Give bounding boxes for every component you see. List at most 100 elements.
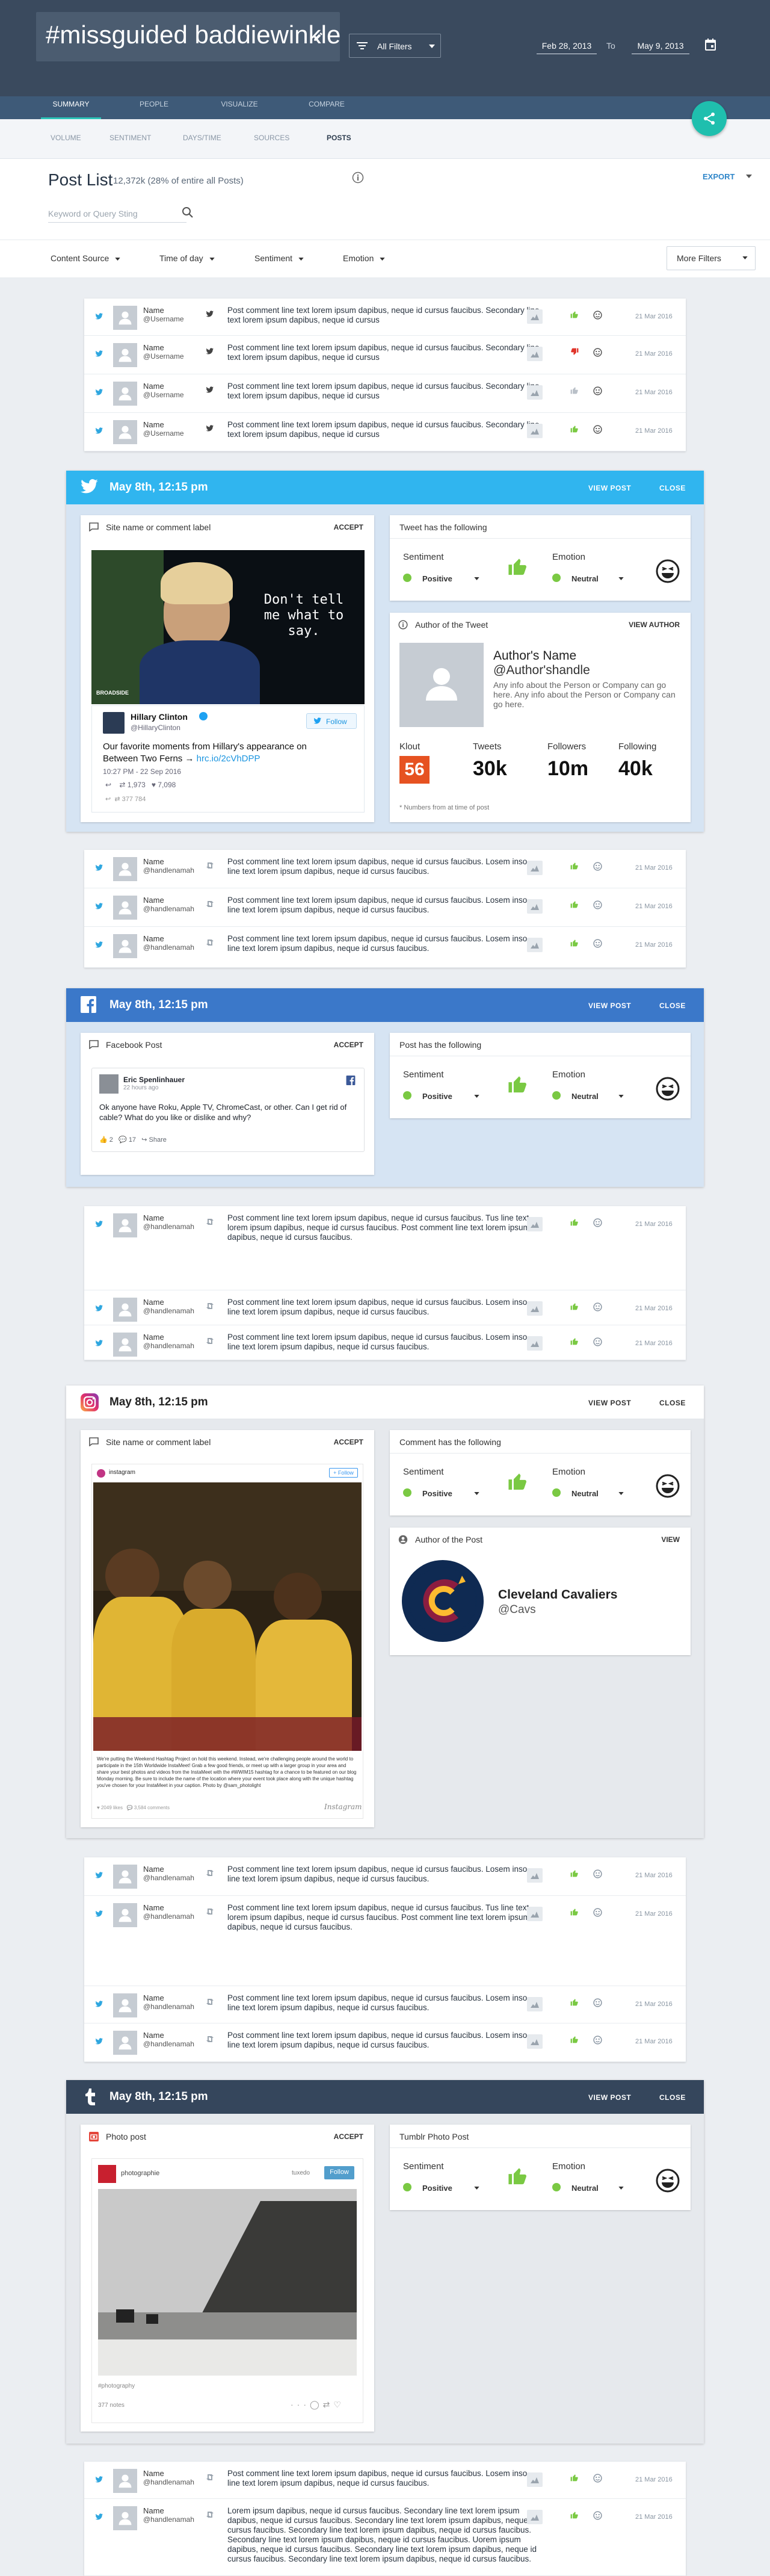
emotion-face-icon[interactable] — [593, 311, 602, 320]
thumbs-up-icon[interactable] — [570, 1908, 579, 1916]
thumbs-up-icon[interactable] — [570, 900, 579, 908]
view-post-button[interactable]: VIEW POST — [588, 484, 631, 492]
post-row[interactable]: Name @handlenamah Post comment line text l… — [84, 2023, 686, 2062]
author-name[interactable]: Name — [143, 2506, 164, 2515]
thumbs-up-icon[interactable] — [570, 425, 579, 433]
author-name[interactable]: Name — [143, 1993, 164, 2002]
ig-follow-button[interactable]: + Follow — [329, 1468, 358, 1478]
analytics-icon[interactable] — [527, 2472, 543, 2487]
analytics-icon[interactable] — [527, 1868, 543, 1883]
all-filters-dropdown[interactable]: All Filters — [349, 34, 441, 58]
subtab-posts[interactable]: Posts — [327, 134, 351, 142]
post-row[interactable]: Name @handlenamah Post comment line text l… — [84, 1325, 686, 1360]
author-username[interactable]: @handlenamah — [143, 2478, 194, 2486]
thumbs-up-icon[interactable] — [570, 2511, 579, 2519]
tumblr-photo[interactable] — [98, 2189, 357, 2376]
chevron-down-icon[interactable] — [474, 2187, 479, 2190]
emotion-face-icon[interactable] — [593, 425, 602, 434]
thumbs-up-icon[interactable] — [570, 1218, 579, 1226]
ig-photo[interactable] — [93, 1482, 362, 1751]
accept-button[interactable]: ACCEPT — [334, 1041, 363, 1049]
sentiment-value[interactable]: Positive — [422, 574, 452, 583]
sentiment-value[interactable]: Positive — [422, 2184, 452, 2193]
close-button[interactable]: CLOSE — [659, 1399, 686, 1407]
emotion-face-icon[interactable] — [593, 348, 602, 357]
view-post-button[interactable]: VIEW POST — [588, 1399, 631, 1407]
emotion-dropdown[interactable]: Emotion — [343, 253, 386, 263]
analytics-icon[interactable] — [527, 424, 543, 438]
share-button[interactable] — [692, 101, 727, 136]
time-of-day-dropdown[interactable]: Time of day — [159, 253, 215, 263]
view-post-button[interactable]: VIEW POST — [588, 1002, 631, 1010]
chevron-down-icon[interactable] — [474, 1095, 479, 1098]
subtab-volume[interactable]: Volume — [51, 134, 81, 142]
embed-link[interactable]: hrc.io/2cVhDPP — [197, 754, 260, 764]
thumbs-up-icon[interactable] — [570, 1998, 579, 2006]
emotion-value[interactable]: Neutral — [571, 574, 599, 583]
post-row[interactable]: Name @handlenamah Post comment line text l… — [84, 888, 686, 927]
search-icon[interactable] — [182, 206, 194, 218]
emotion-face-icon[interactable] — [593, 1302, 602, 1311]
analytics-icon[interactable] — [527, 1336, 543, 1351]
chevron-down-icon[interactable] — [746, 175, 752, 178]
post-row[interactable]: Name @handlenamah Post comment line text l… — [84, 1857, 686, 1896]
thumbs-up-icon[interactable] — [570, 939, 579, 947]
post-row[interactable]: Name @handlenamah Post comment line text l… — [84, 1206, 686, 1290]
author-username[interactable]: @handlenamah — [143, 866, 194, 875]
author-name[interactable]: Name — [143, 1333, 164, 1342]
author-name[interactable]: Name — [143, 2469, 164, 2478]
author-name[interactable]: Name — [143, 1865, 164, 1874]
emotion-value[interactable]: Neutral — [571, 1489, 599, 1498]
author-name[interactable]: Name — [143, 1298, 164, 1307]
thumbs-up-icon[interactable] — [570, 311, 579, 318]
emotion-face-icon[interactable] — [593, 1869, 602, 1878]
tab-compare[interactable]: Compare — [297, 96, 357, 119]
post-row[interactable]: Name @handlenamah Post comment line text l… — [84, 850, 686, 888]
export-button[interactable]: EXPORT — [703, 172, 735, 181]
sentiment-value[interactable]: Positive — [422, 1489, 452, 1498]
tumblr-actions[interactable]: ···◯⇄♡ — [291, 2400, 345, 2410]
emotion-value[interactable]: Neutral — [571, 1092, 599, 1101]
analytics-icon[interactable] — [527, 347, 543, 361]
close-button[interactable]: CLOSE — [659, 1002, 686, 1010]
analytics-icon[interactable] — [527, 938, 543, 952]
calendar-icon[interactable] — [705, 39, 716, 51]
author-username[interactable]: @handlenamah — [143, 1222, 194, 1231]
chevron-down-icon[interactable] — [618, 1492, 624, 1495]
date-from-field[interactable]: Feb 28, 2013 — [537, 37, 597, 54]
chevron-down-icon[interactable] — [474, 1492, 479, 1495]
author-name[interactable]: Name — [143, 896, 164, 905]
author-username[interactable]: @Username — [143, 391, 184, 399]
view-author-button[interactable]: VIEW AUTHOR — [629, 621, 680, 629]
content-source-dropdown[interactable]: Content Source — [51, 253, 120, 263]
emotion-face-icon[interactable] — [593, 900, 602, 909]
thumbs-up-icon[interactable] — [570, 1869, 579, 1877]
author-name[interactable]: Name — [143, 2031, 164, 2040]
pencil-icon[interactable] — [313, 31, 324, 42]
accept-button[interactable]: ACCEPT — [334, 523, 363, 531]
thumbs-up-icon[interactable] — [570, 386, 579, 394]
sentiment-dropdown[interactable]: Sentiment — [254, 253, 304, 263]
author-username[interactable]: @Username — [143, 352, 184, 361]
post-row[interactable]: Name @Username Post comment line text lore… — [84, 374, 686, 413]
post-row[interactable]: Name @handlenamah Post comment line text l… — [84, 2462, 686, 2499]
author-name[interactable]: Name — [143, 934, 164, 943]
analytics-icon[interactable] — [527, 1217, 543, 1231]
emotion-face-icon[interactable] — [593, 2511, 602, 2520]
chevron-down-icon[interactable] — [618, 2187, 624, 2190]
chevron-down-icon[interactable] — [618, 577, 624, 580]
view-button[interactable]: VIEW — [661, 1535, 680, 1544]
author-username[interactable]: @handlenamah — [143, 943, 194, 952]
close-button[interactable]: CLOSE — [659, 484, 686, 492]
tab-summary[interactable]: Summary — [41, 96, 101, 119]
info-icon[interactable] — [352, 172, 364, 184]
search-input[interactable] — [48, 205, 186, 223]
thumbs-up-icon[interactable] — [570, 862, 579, 870]
hashtag-title-box[interactable]: #missguided baddiewinkle — [36, 12, 340, 61]
author-name[interactable]: Name — [143, 306, 164, 315]
tumblr-follow-button[interactable]: Follow — [324, 2166, 354, 2179]
tab-people[interactable]: People — [124, 96, 184, 119]
emotion-value[interactable]: Neutral — [571, 2184, 599, 2193]
post-row[interactable]: Name @handlenamah Post comment line text l… — [84, 1290, 686, 1325]
emotion-face-icon[interactable] — [593, 1998, 602, 2007]
